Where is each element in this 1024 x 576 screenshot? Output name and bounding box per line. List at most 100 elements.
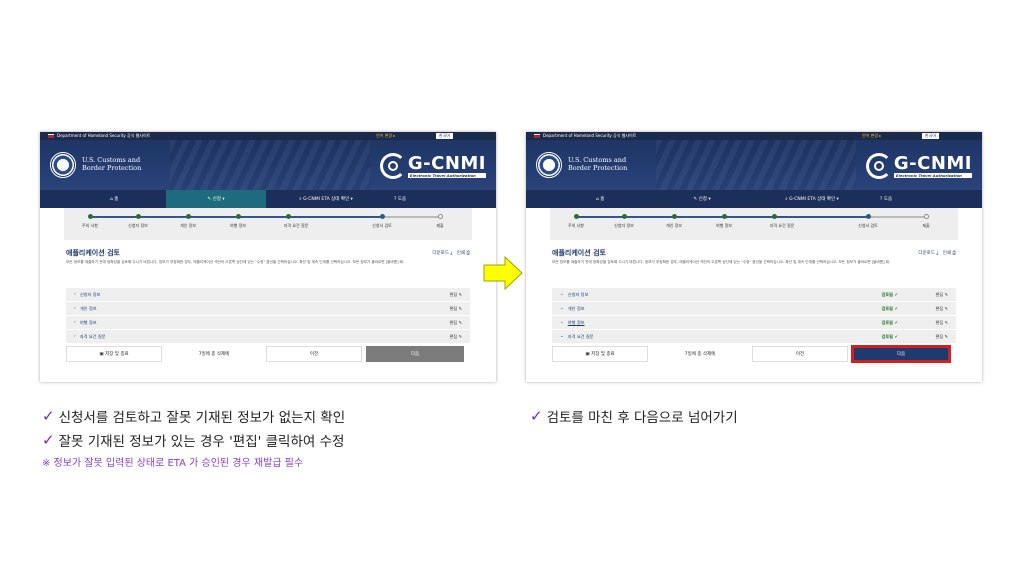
step-dot — [574, 214, 579, 219]
nav-apply[interactable]: ✎ 신청 ▾ — [166, 190, 266, 208]
section-row[interactable]: › 자격 요건 질문 편집 ✎ — [66, 330, 470, 343]
cnmi-logo-icon — [865, 153, 892, 179]
step-dot — [286, 214, 291, 219]
edit-link[interactable]: 편집 ✎ — [449, 306, 462, 312]
nav-help-label: 도움 — [883, 197, 893, 202]
logo-text: G-CNMI — [893, 152, 972, 174]
step-dot — [88, 214, 93, 219]
pencil-icon: ✎ — [457, 305, 462, 311]
chevron-down-icon: ⌄ — [560, 292, 564, 297]
next-button[interactable]: 다음 — [366, 346, 464, 362]
download-print: 다운로드 ⤓ 인쇄 ⎙ — [918, 250, 956, 256]
instruction-item: ✓ 잘못 기재된 정보가 있는 경우 '편집' 클릭하여 수정 — [42, 428, 345, 452]
pencil-icon: ✎ — [943, 291, 948, 297]
cnmi-logo-icon — [379, 153, 406, 179]
edit-link[interactable]: 편집 ✎ — [449, 334, 462, 340]
agency-name[interactable]: U.S. Customs and Border Protection — [568, 156, 628, 172]
language-change-link[interactable]: 언어 변경 ▸ — [376, 133, 395, 139]
gov-banner-text: Department of Homeland Security 공식 웹사이트 — [57, 133, 151, 138]
section-row[interactable]: ⌄ 자격 요건 질문 검토됨 ✔ 편집 ✎ — [552, 330, 956, 343]
step-dot — [772, 214, 777, 219]
step-label: 신청서 검토 — [858, 223, 878, 228]
download-link[interactable]: 다운로드 — [918, 251, 935, 256]
language-change-link[interactable]: 언어 변경 ▸ — [862, 133, 881, 139]
nav-home[interactable]: ⌂ 홈 — [40, 190, 166, 208]
next-button[interactable]: 다음 — [852, 346, 950, 362]
chevron-right-icon: › — [74, 320, 76, 325]
download-print: 다운로드 ⤓ 인쇄 ⎙ — [432, 250, 470, 256]
nav-apply-label: 신청 ▾ — [212, 197, 225, 202]
nav-status[interactable]: ⌕ G-CNMI ETA 상태 확인 ▾ — [752, 190, 872, 208]
edit-label: 편집 — [935, 333, 944, 339]
agency-line2: Border Protection — [568, 163, 628, 172]
step-dot-current — [866, 214, 871, 219]
edit-link[interactable]: 편집 ✎ — [449, 292, 462, 298]
reviewed-label: 검토됨 — [881, 319, 894, 325]
step-label: 제출 — [922, 223, 930, 228]
edit-label: 편집 — [449, 333, 458, 339]
main-nav: ⌂ 홈 ✎ 신청 ▾ ⌕ G-CNMI ETA 상태 확인 ▾ ? 도움 — [526, 190, 982, 208]
step-label: 여행 정보 — [230, 223, 246, 228]
section-row[interactable]: › 신청자 정보 편집 ✎ — [66, 288, 470, 301]
edit-label: 편집 — [449, 319, 458, 325]
logo-subtitle: Electronic Travel Authorization — [893, 172, 972, 178]
chevron-down-icon: ⌄ — [560, 320, 564, 325]
instruction-text: 검토를 마친 후 다음으로 넘어가기 — [546, 410, 738, 426]
section-label: 여행 정보 — [79, 319, 97, 325]
g-cnmi-logo[interactable]: G-CNMI Electronic Travel Authorization — [379, 152, 486, 180]
download-icon: ⤓ — [448, 251, 456, 256]
nav-apply[interactable]: ✎ 신청 ▾ — [652, 190, 752, 208]
edit-link[interactable]: 편집 ✎ — [935, 320, 948, 326]
pencil-icon: ✎ — [943, 319, 948, 325]
edit-link[interactable]: 편집 ✎ — [935, 306, 948, 312]
edit-link[interactable]: 편집 ✎ — [935, 334, 948, 340]
nav-help[interactable]: ? 도움 — [386, 190, 496, 208]
g-cnmi-logo[interactable]: G-CNMI Electronic Travel Authorization — [865, 152, 972, 180]
section-row[interactable]: ⌄ 개인 정보 검토됨 ✔ 편집 ✎ — [552, 302, 956, 315]
pencil-icon: ✎ — [457, 319, 462, 325]
print-link[interactable]: 인쇄 — [943, 251, 951, 256]
print-icon: ⎙ — [950, 251, 956, 256]
progress-tracker: 주의 사항 신청자 정보 개인 정보 여행 정보 자격 요건 질문 신청서 검토… — [64, 208, 472, 240]
nav-status[interactable]: ⌕ G-CNMI ETA 상태 확인 ▾ — [266, 190, 386, 208]
language-current[interactable]: 한국어 — [922, 133, 940, 139]
step-label: 신청서 검토 — [372, 223, 392, 228]
agency-name[interactable]: U.S. Customs and Border Protection — [82, 156, 141, 172]
previous-button[interactable]: 이전 — [752, 346, 848, 362]
nav-help[interactable]: ? 도움 — [872, 190, 982, 208]
warning-note: ※ 정보가 잘못 입력된 상태로 ETA 가 승인된 경우 재발급 필수 — [42, 458, 304, 469]
reviewed-badge: 검토됨 ✔ — [881, 334, 898, 340]
check-icon: ✔ — [893, 291, 898, 297]
chevron-right-icon: › — [74, 306, 76, 311]
print-link[interactable]: 인쇄 — [457, 251, 465, 256]
section-list: ⌄ 신청자 정보 검토됨 ✔ 편집 ✎ ⌄ 개인 정보 검토됨 ✔ 편집 ✎ ⌄ 여행 정보 검… — [552, 288, 956, 344]
nav-home[interactable]: ⌂ 홈 — [526, 190, 652, 208]
days-left-text: 7일에 종 삭제에 — [652, 346, 748, 362]
step-dot — [672, 214, 677, 219]
step-dot-current — [380, 214, 385, 219]
section-row[interactable]: › 여행 정보 편집 ✎ — [66, 316, 470, 329]
language-current[interactable]: 한국어 — [436, 133, 454, 139]
nav-apply-label: 신청 ▾ — [698, 197, 711, 202]
section-label: 신청자 정보 — [567, 291, 589, 297]
checkmark-icon: ✓ — [42, 431, 55, 449]
section-row[interactable]: ⌄ 여행 정보 검토됨 ✔ 편집 ✎ — [552, 316, 956, 329]
section-row[interactable]: ⌄ 신청자 정보 검토됨 ✔ 편집 ✎ — [552, 288, 956, 301]
step-dot — [236, 214, 241, 219]
step-dot-pending — [924, 214, 929, 219]
nav-home-label: 홈 — [114, 197, 119, 202]
section-label: 신청자 정보 — [79, 291, 101, 297]
instruction-text: 잘못 기재된 정보가 있는 경우 '편집' 클릭하여 수정 — [58, 434, 345, 450]
step-label: 신청자 정보 — [614, 223, 634, 228]
step-label: 여행 정보 — [716, 223, 732, 228]
download-link[interactable]: 다운로드 — [432, 251, 449, 256]
save-exit-button[interactable]: ▣ 저장 및 종료 — [552, 346, 648, 362]
previous-button[interactable]: 이전 — [266, 346, 362, 362]
section-row[interactable]: › 개인 정보 편집 ✎ — [66, 302, 470, 315]
edit-link[interactable]: 편집 ✎ — [449, 320, 462, 326]
edit-link[interactable]: 편집 ✎ — [935, 292, 948, 298]
print-icon: ⎙ — [464, 251, 470, 256]
checkmark-icon: ✓ — [42, 407, 55, 425]
site-header: U.S. Customs and Border Protection G-CNM… — [526, 140, 982, 190]
save-exit-button[interactable]: ▣ 저장 및 종료 — [66, 346, 162, 362]
